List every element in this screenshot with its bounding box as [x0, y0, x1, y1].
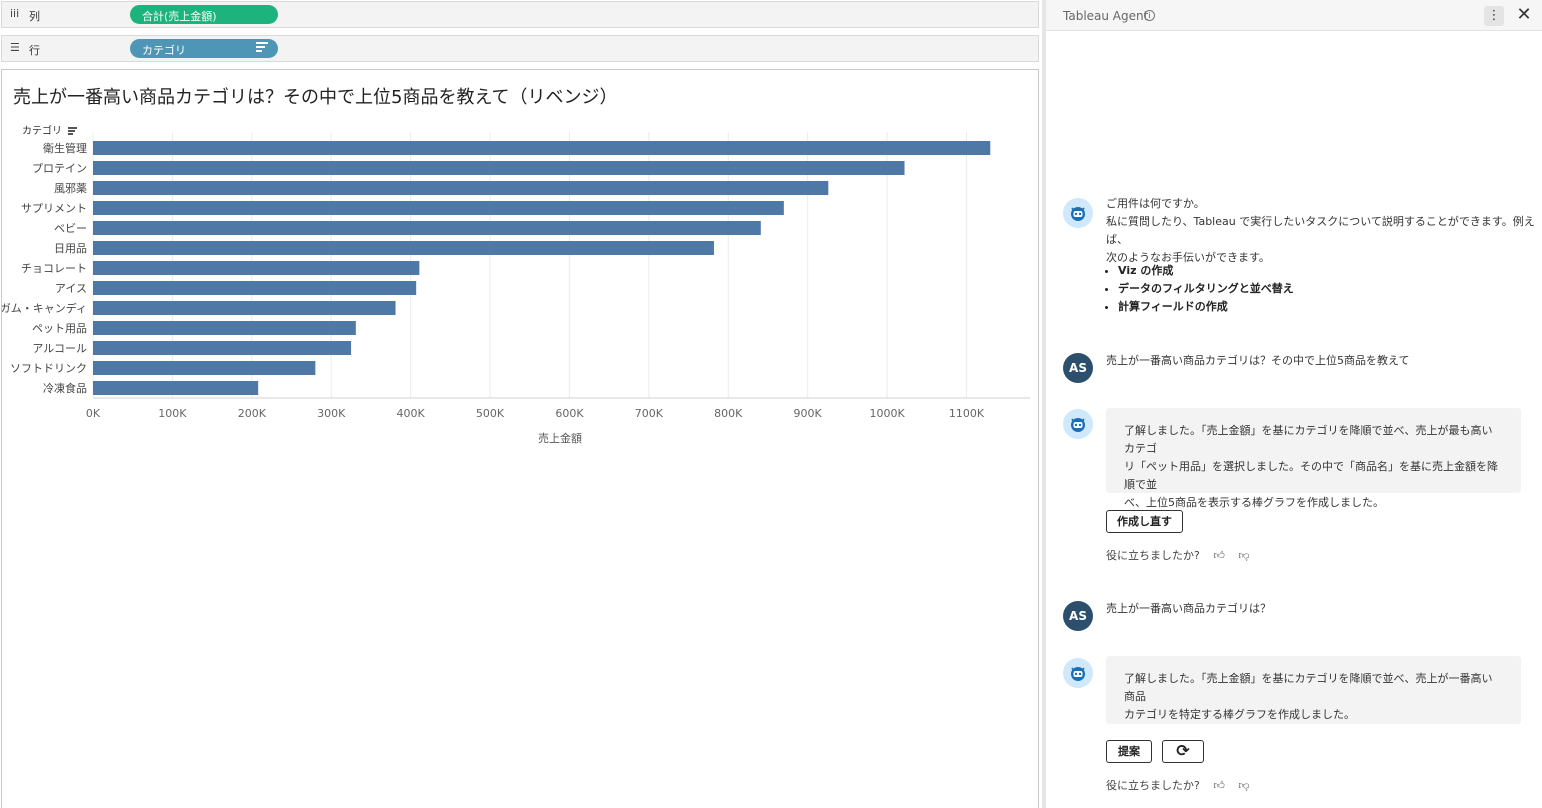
agent-avatar-icon	[1063, 658, 1093, 688]
worksheet-area: iii 列 合計(売上金額) ☰ 行 カテゴリ 売上が一番高い商品カテゴリは？そ…	[0, 0, 1042, 808]
agent-title: Tableau Agent	[1063, 9, 1149, 23]
category-label: ペット用品	[32, 322, 87, 335]
category-label: 衛生管理	[43, 141, 87, 155]
bar[interactable]	[93, 161, 905, 175]
reply-line: リ「ペット用品」を選択しました。その中で「商品名」を基に売上金額を降順で並	[1124, 460, 1498, 491]
bar[interactable]	[93, 201, 784, 215]
x-tick-label: 300K	[317, 407, 346, 420]
feedback-label: 役に立ちましたか?	[1106, 779, 1200, 792]
reply-line: 了解しました。「売上金額」を基にカテゴリを降順で並べ、売上が最も高いカテゴ	[1124, 424, 1493, 455]
greeting-line: 私に質問したり、Tableau で実行したいタスクについて説明することができます…	[1106, 215, 1535, 246]
user-message: 売上が一番高い商品カテゴリは？その中で上位5商品を教えて	[1106, 354, 1410, 367]
category-label: 冷凍食品	[43, 381, 87, 395]
x-tick-label: 700K	[635, 407, 664, 420]
x-tick-label: 1000K	[869, 407, 905, 420]
rows-icon: ☰	[10, 41, 20, 54]
capability-item: Viz の作成	[1118, 262, 1294, 280]
capability-item: データのフィルタリングと並べ替え	[1118, 280, 1294, 298]
dimension-pill[interactable]: カテゴリ	[130, 39, 278, 58]
category-label: ベビー	[54, 222, 87, 235]
x-tick-label: 400K	[397, 407, 426, 420]
more-options-icon[interactable]: ⋮	[1484, 6, 1504, 26]
bar[interactable]	[93, 181, 829, 195]
bar[interactable]	[93, 361, 316, 375]
columns-icon: iii	[10, 7, 20, 20]
user-avatar: AS	[1063, 353, 1093, 383]
bar[interactable]	[93, 221, 761, 235]
bar-chart: 0K 100K 200K 300K 400K 500K 600K 700K 800K 900K 10…	[2, 132, 1030, 420]
x-tick-label: 100K	[158, 407, 187, 420]
reply-line: 了解しました。「売上金額」を基にカテゴリを降順で並べ、売上が一番高い商品	[1124, 672, 1493, 703]
category-label: ガム・キャンディ	[2, 301, 87, 315]
agent-header: Tableau Agent i ⋮ ✕	[1046, 0, 1542, 31]
rows-shelf-label: 行	[29, 44, 40, 57]
thumbs-down-icon[interactable]: 👎︎	[1238, 549, 1249, 562]
viz-pane: 売上が一番高い商品カテゴリは？その中で上位5商品を教えて（リベンジ） カテゴリ …	[1, 69, 1039, 808]
sort-descending-icon	[256, 42, 268, 52]
agent-avatar-icon	[1063, 198, 1093, 228]
category-label: チョコレート	[21, 262, 87, 275]
bar[interactable]	[93, 321, 356, 335]
bar[interactable]	[93, 381, 259, 395]
category-label: アルコール	[32, 342, 87, 355]
x-tick-label: 0K	[86, 407, 101, 420]
user-message: 売上が一番高い商品カテゴリは？	[1106, 602, 1271, 615]
category-label: サプリメント	[21, 202, 87, 215]
bar[interactable]	[93, 241, 714, 255]
category-label: ソフトドリンク	[10, 362, 87, 375]
feedback-row: 役に立ちましたか? 👍︎ 👎︎	[1106, 777, 1250, 793]
greeting-line: ご用件は何ですか。	[1106, 197, 1205, 210]
x-tick-label: 1100K	[949, 407, 985, 420]
agent-reply: 了解しました。「売上金額」を基にカテゴリを降順で並べ、売上が最も高いカテゴ リ「…	[1106, 408, 1521, 509]
suggest-button[interactable]: 提案	[1106, 740, 1152, 763]
bar[interactable]	[93, 301, 396, 315]
refresh-icon[interactable]: ⟳	[1162, 740, 1204, 763]
x-tick-label: 200K	[238, 407, 267, 420]
user-avatar: AS	[1063, 601, 1093, 631]
agent-reply: 了解しました。「売上金額」を基にカテゴリを降順で並べ、売上が一番高い商品 カテゴ…	[1106, 656, 1521, 724]
x-tick-label: 500K	[476, 407, 505, 420]
bar[interactable]	[93, 261, 420, 275]
category-label: プロテイン	[32, 162, 87, 175]
columns-shelf-label: 列	[29, 10, 40, 23]
info-icon[interactable]: i	[1144, 10, 1155, 21]
thumbs-up-icon[interactable]: 👍︎	[1213, 549, 1225, 562]
bar[interactable]	[93, 141, 991, 155]
category-label: アイス	[55, 282, 87, 295]
recreate-button[interactable]: 作成し直す	[1106, 510, 1183, 533]
agent-panel: Tableau Agent i ⋮ ✕ ご用件は何ですか。 私に質問したり、Ta…	[1046, 0, 1542, 808]
capability-item: 計算フィールドの作成	[1118, 298, 1294, 316]
x-tick-label: 800K	[714, 407, 743, 420]
x-tick-label: 600K	[555, 407, 584, 420]
thumbs-down-icon[interactable]: 👎︎	[1238, 779, 1249, 792]
measure-pill[interactable]: 合計(売上金額)	[130, 5, 278, 24]
reply-line: カテゴリを特定する棒グラフを作成しました。	[1124, 708, 1355, 721]
close-icon[interactable]: ✕	[1514, 4, 1534, 26]
dimension-pill-label: カテゴリ	[142, 44, 186, 57]
greeting-message: ご用件は何ですか。 私に質問したり、Tableau で実行したいタスクについて説…	[1106, 195, 1542, 267]
bar[interactable]	[93, 341, 352, 355]
feedback-label: 役に立ちましたか?	[1106, 549, 1200, 562]
columns-shelf[interactable]: iii 列 合計(売上金額)	[1, 1, 1039, 28]
agent-avatar-icon	[1063, 409, 1093, 439]
feedback-row: 役に立ちましたか? 👍︎ 👎︎	[1106, 547, 1250, 563]
thumbs-up-icon[interactable]: 👍︎	[1213, 779, 1225, 792]
bar[interactable]	[93, 281, 417, 295]
category-label: 日用品	[54, 242, 87, 255]
x-tick-label: 900K	[794, 407, 823, 420]
x-axis-title: 売上金額	[538, 432, 582, 445]
category-label: 風邪薬	[54, 182, 87, 195]
rows-shelf[interactable]: ☰ 行 カテゴリ	[1, 35, 1039, 62]
capability-list: Viz の作成 データのフィルタリングと並べ替え 計算フィールドの作成	[1118, 262, 1294, 316]
